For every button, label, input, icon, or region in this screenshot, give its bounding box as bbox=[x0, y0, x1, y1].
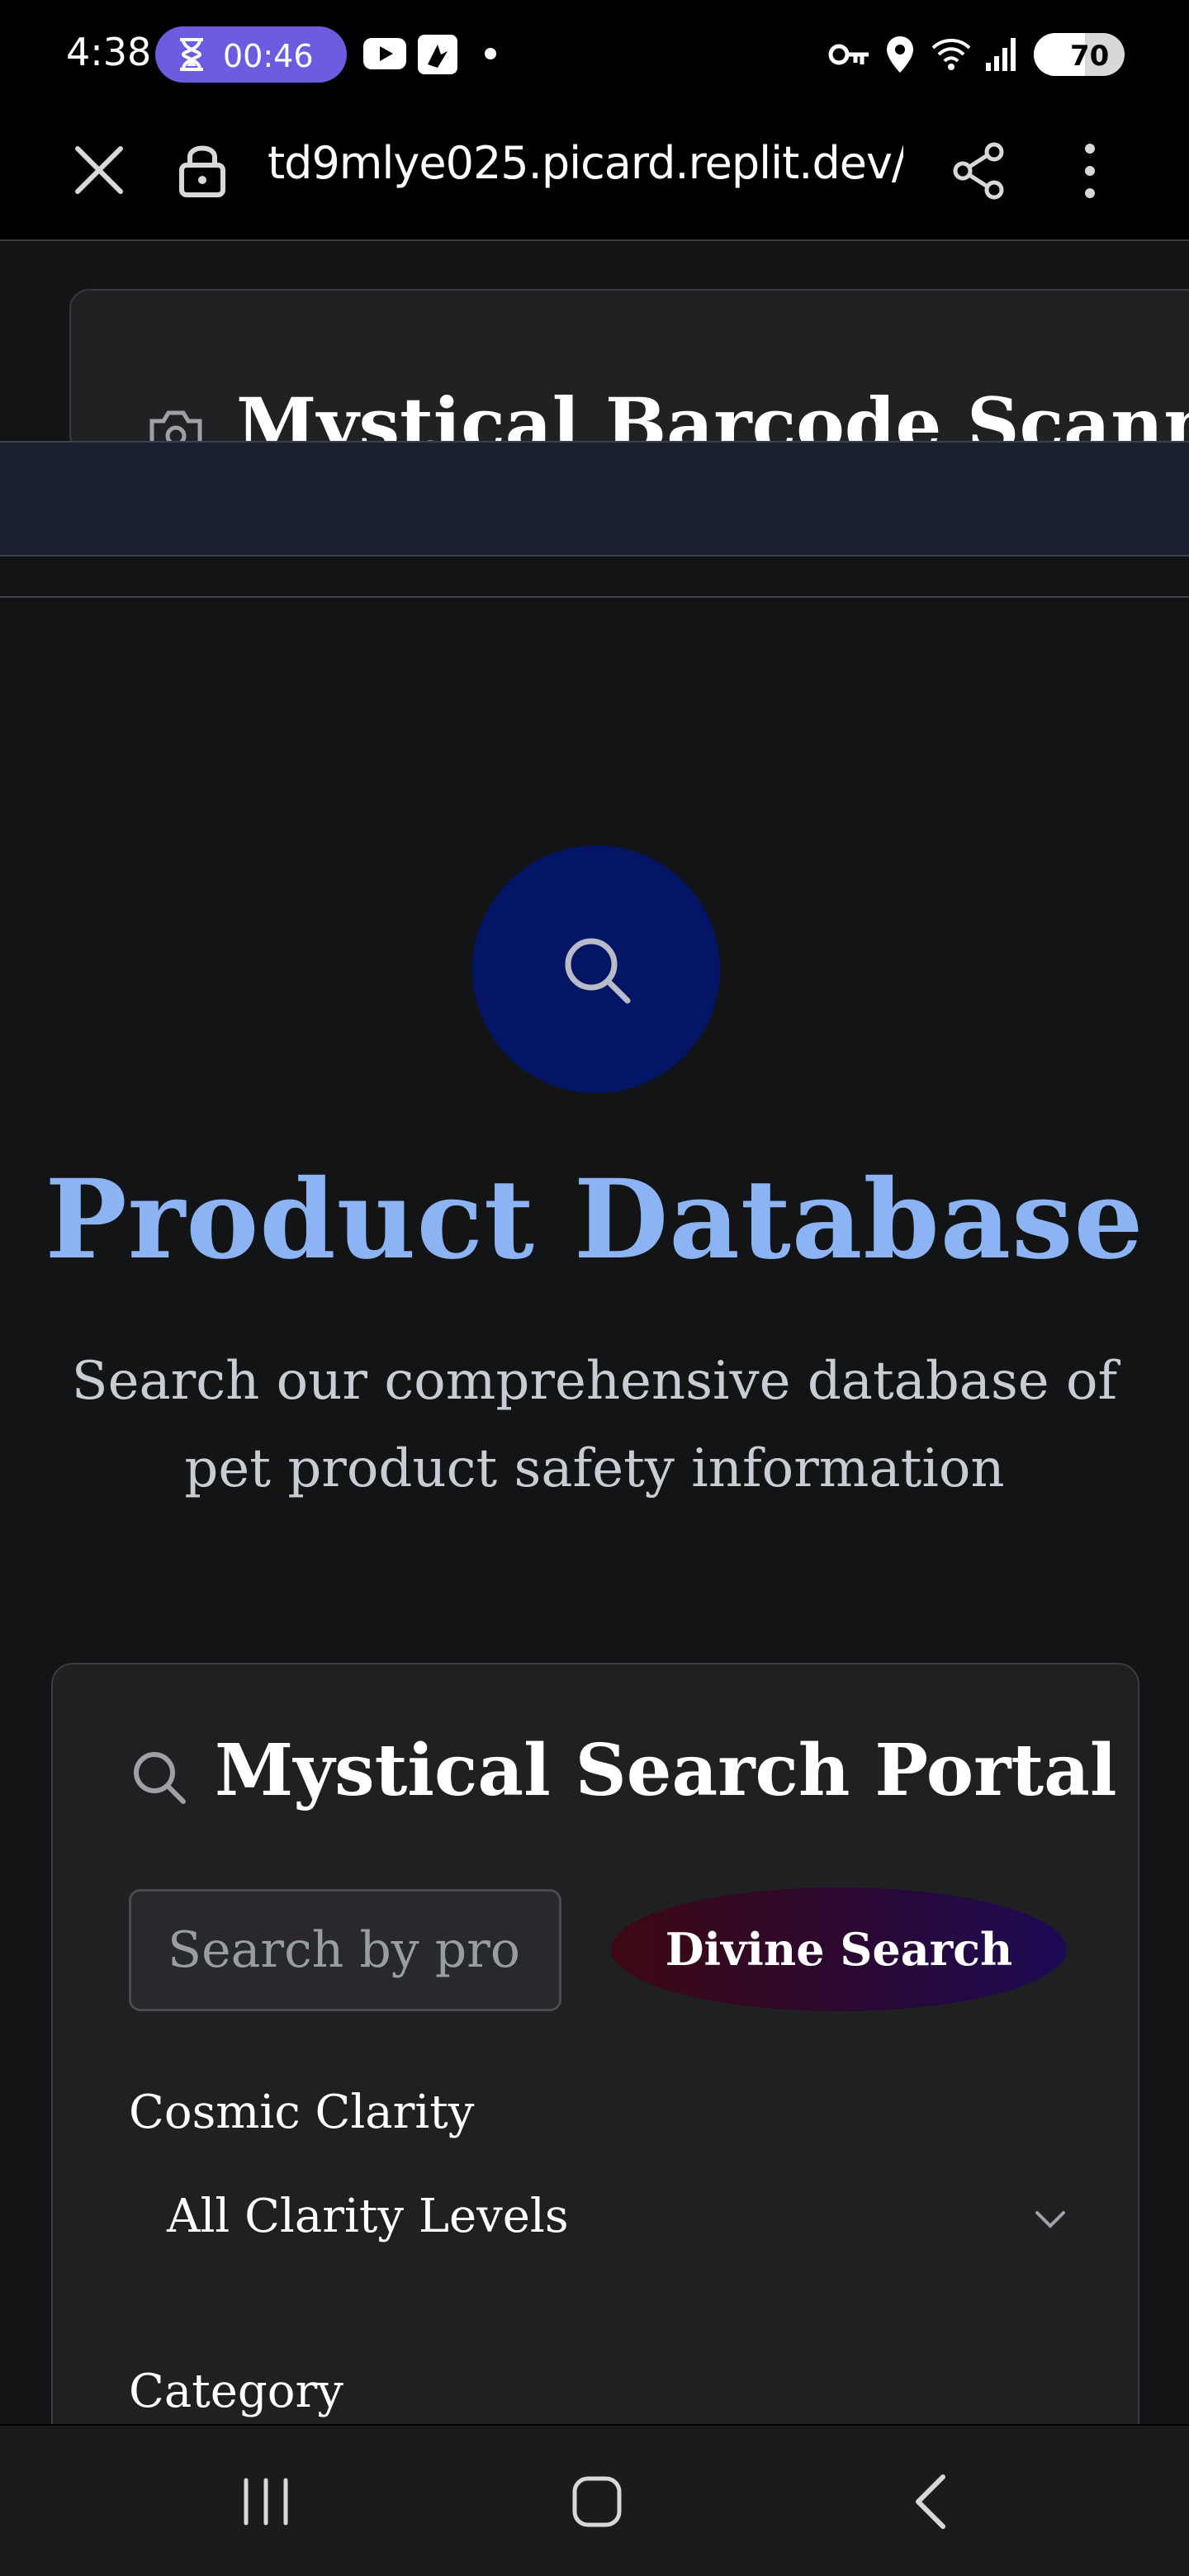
more-icon[interactable] bbox=[1073, 142, 1106, 200]
status-time: 4:38 bbox=[66, 30, 152, 74]
clarity-select-value: All Clarity Levels bbox=[167, 2190, 569, 2243]
signal-icon bbox=[986, 38, 1016, 71]
clarity-label: Cosmic Clarity bbox=[129, 2086, 475, 2139]
search-input[interactable] bbox=[129, 1889, 561, 2011]
browser-bar: td9mlye025.picard.replit.dev/ bbox=[0, 94, 1189, 241]
divider bbox=[0, 596, 1189, 598]
app-icon bbox=[418, 35, 457, 74]
scanner-card: Mystical Barcode Scanner bbox=[69, 289, 1189, 454]
hourglass-icon bbox=[180, 38, 203, 71]
wifi-icon bbox=[931, 39, 971, 70]
category-label: Category bbox=[129, 2365, 343, 2418]
divine-search-button[interactable]: Divine Search bbox=[611, 1887, 1067, 2011]
dot-icon bbox=[485, 48, 496, 59]
page-subtitle: Search our comprehensive database of pet… bbox=[71, 1351, 1118, 1499]
search-icon bbox=[565, 938, 631, 1004]
search-icon bbox=[134, 1752, 186, 1804]
battery-level: 70 bbox=[1070, 40, 1110, 73]
navigation-bar bbox=[0, 2424, 1189, 2576]
sticky-header bbox=[0, 441, 1189, 556]
key-icon bbox=[828, 44, 869, 65]
share-icon[interactable] bbox=[951, 142, 1006, 200]
recents-icon[interactable] bbox=[239, 2477, 292, 2526]
youtube-icon bbox=[363, 38, 406, 69]
close-icon[interactable] bbox=[73, 144, 126, 197]
chevron-down-icon bbox=[1035, 2211, 1065, 2228]
status-bar: 4:38 00:46 70 bbox=[0, 0, 1189, 94]
location-icon bbox=[887, 36, 913, 73]
page-title: Product Database bbox=[45, 1156, 1144, 1284]
hero-icon-circle bbox=[472, 845, 720, 1093]
timer-pill[interactable]: 00:46 bbox=[155, 26, 347, 83]
timer-text: 00:46 bbox=[223, 38, 314, 74]
search-portal-title: Mystical Search Portal bbox=[215, 1729, 1117, 1812]
battery-icon: 70 bbox=[1034, 33, 1125, 76]
clarity-select[interactable]: All Clarity Levels bbox=[129, 2168, 1087, 2267]
url-bar[interactable]: td9mlye025.picard.replit.dev/ bbox=[268, 137, 903, 189]
back-icon[interactable] bbox=[912, 2474, 951, 2530]
home-icon[interactable] bbox=[571, 2475, 623, 2528]
lock-icon[interactable] bbox=[178, 140, 226, 198]
